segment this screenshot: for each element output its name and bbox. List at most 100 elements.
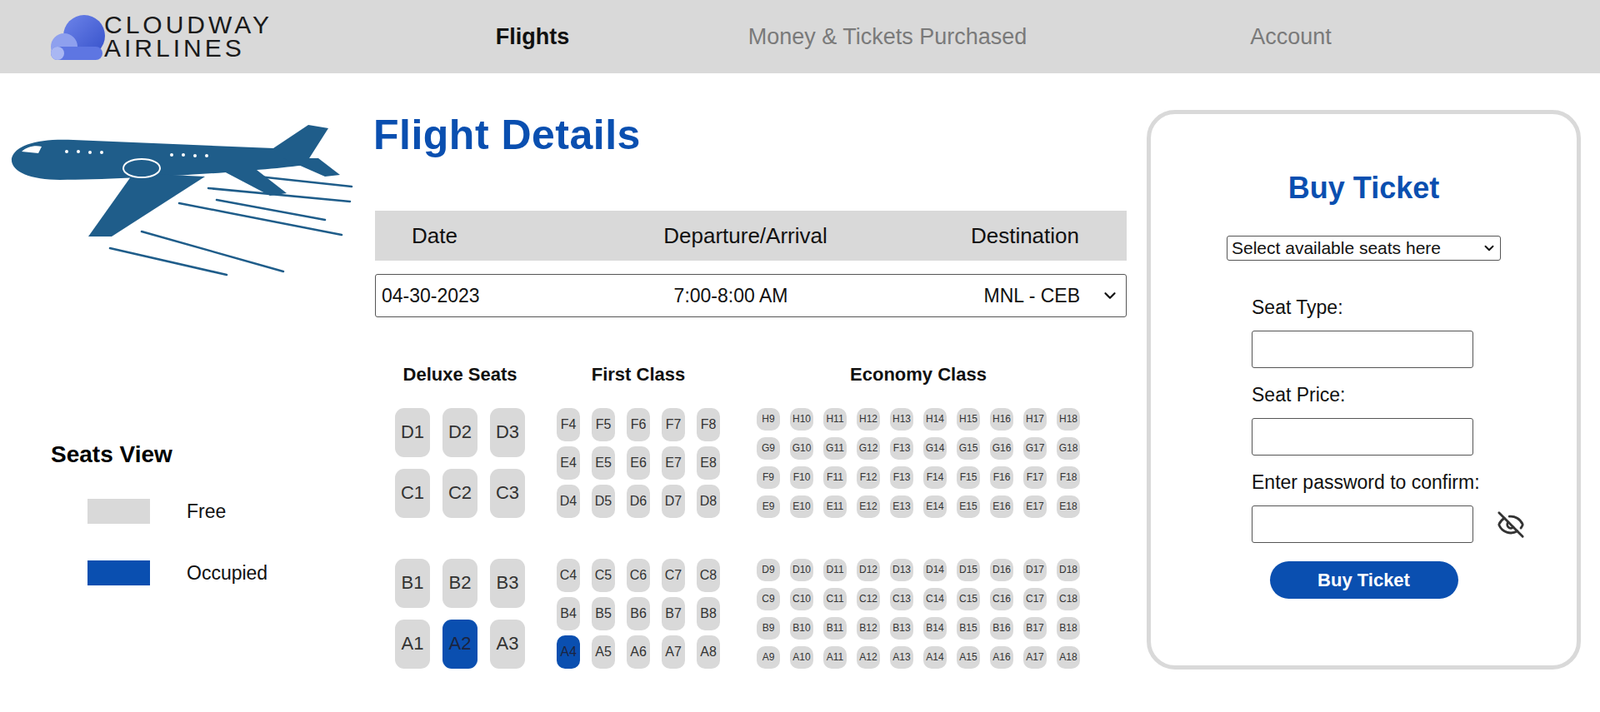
seat[interactable]: B15 (956, 617, 980, 640)
seat[interactable]: B9 (756, 617, 780, 640)
seat[interactable]: D3 (490, 408, 525, 458)
seat[interactable]: G18 (1056, 437, 1080, 460)
seat[interactable]: C6 (626, 559, 650, 593)
buy-ticket-button[interactable]: Buy Ticket (1270, 561, 1459, 600)
seat[interactable]: A18 (1056, 646, 1080, 670)
password-input[interactable] (1251, 505, 1474, 544)
seat[interactable]: A11 (823, 646, 847, 670)
seat[interactable]: H14 (923, 408, 947, 431)
seat[interactable]: D7 (661, 485, 685, 519)
seat[interactable]: E4 (556, 446, 580, 480)
seat[interactable]: D2 (442, 408, 478, 458)
seat[interactable]: H15 (956, 408, 980, 431)
nav-item[interactable]: Account (1250, 24, 1332, 50)
seat[interactable]: A13 (890, 646, 914, 670)
seat[interactable]: E12 (856, 495, 880, 519)
seat[interactable]: D9 (756, 559, 780, 582)
seat[interactable]: G16 (990, 437, 1014, 460)
seat[interactable]: B4 (556, 597, 580, 631)
seat[interactable]: H13 (890, 408, 914, 431)
seat[interactable]: D8 (696, 485, 720, 519)
seat[interactable]: D15 (956, 559, 980, 582)
seat[interactable]: H17 (1023, 408, 1047, 431)
seat[interactable]: F8 (696, 408, 720, 442)
seat[interactable]: A9 (756, 646, 780, 670)
seat[interactable]: B11 (823, 617, 847, 640)
text-input[interactable] (1251, 418, 1474, 456)
seat[interactable]: H9 (756, 408, 780, 431)
seat[interactable]: A1 (395, 620, 430, 670)
seat[interactable]: C2 (442, 469, 478, 519)
seat[interactable]: G9 (756, 437, 780, 460)
seat[interactable]: C8 (696, 559, 720, 593)
seat[interactable]: C5 (591, 559, 615, 593)
seat[interactable]: D12 (856, 559, 880, 582)
seat[interactable]: F16 (990, 466, 1014, 490)
toggle-visibility[interactable] (1496, 510, 1525, 540)
seat[interactable]: H11 (823, 408, 847, 431)
seat[interactable]: B2 (442, 559, 478, 609)
seat[interactable]: H10 (790, 408, 814, 431)
seat[interactable]: G12 (856, 437, 880, 460)
seat[interactable]: D13 (890, 559, 914, 582)
seat[interactable]: C14 (923, 588, 947, 611)
seat[interactable]: D10 (790, 559, 814, 582)
seat[interactable]: D6 (626, 485, 650, 519)
seat[interactable]: G14 (923, 437, 947, 460)
seat[interactable]: A6 (626, 635, 650, 670)
seat[interactable]: H12 (856, 408, 880, 431)
seat[interactable]: E6 (626, 446, 650, 480)
seat[interactable]: G10 (790, 437, 814, 460)
seat[interactable]: E10 (790, 495, 814, 519)
seat[interactable]: A12 (856, 646, 880, 670)
seat[interactable]: E17 (1023, 495, 1047, 519)
nav-item[interactable]: Money & Tickets Purchased (748, 24, 1028, 50)
seat[interactable]: A15 (956, 646, 980, 670)
seat[interactable]: G17 (1023, 437, 1047, 460)
seat[interactable]: B7 (661, 597, 685, 631)
seat[interactable]: B5 (591, 597, 615, 631)
seat[interactable]: E9 (756, 495, 780, 519)
seat[interactable]: B6 (626, 597, 650, 631)
seat[interactable]: B18 (1056, 617, 1080, 640)
seat[interactable]: D4 (556, 485, 580, 519)
brand-logo[interactable]: CLOUDWAYAIRLINES (0, 13, 384, 60)
seat[interactable]: E14 (923, 495, 947, 519)
seat[interactable]: D14 (923, 559, 947, 582)
seat[interactable]: A16 (990, 646, 1014, 670)
seat[interactable]: D17 (1023, 559, 1047, 582)
seat[interactable]: F17 (1023, 466, 1047, 490)
nav-item[interactable]: Flights (495, 24, 570, 50)
seat[interactable]: D16 (990, 559, 1014, 582)
seat[interactable]: F15 (956, 466, 980, 490)
seat[interactable]: B8 (696, 597, 720, 631)
seat[interactable]: E13 (890, 495, 914, 519)
seat[interactable]: F10 (790, 466, 814, 490)
seat[interactable]: B10 (790, 617, 814, 640)
seat[interactable]: E15 (956, 495, 980, 519)
seat[interactable]: C9 (756, 588, 780, 611)
seat[interactable]: B14 (923, 617, 947, 640)
seat[interactable]: E8 (696, 446, 720, 480)
seat[interactable]: F12 (856, 466, 880, 490)
flight-select[interactable]: 04-30-20237:00-8:00 AMMNL - CEB (375, 274, 1127, 318)
seat[interactable]: F11 (823, 466, 847, 490)
seat[interactable]: C16 (990, 588, 1014, 611)
seat[interactable]: D1 (395, 408, 430, 458)
seat[interactable]: B1 (395, 559, 430, 609)
seat[interactable]: C10 (790, 588, 814, 611)
text-input[interactable] (1251, 330, 1474, 369)
seat[interactable]: A10 (790, 646, 814, 670)
seat[interactable]: A3 (490, 620, 525, 670)
seat[interactable]: F18 (1056, 466, 1080, 490)
seat[interactable]: B13 (890, 617, 914, 640)
seat[interactable]: E18 (1056, 495, 1080, 519)
seat[interactable]: C7 (661, 559, 685, 593)
seat[interactable]: C1 (395, 469, 430, 519)
seat[interactable]: E5 (591, 446, 615, 480)
seat[interactable]: G11 (823, 437, 847, 460)
seat[interactable]: F14 (923, 466, 947, 490)
seat[interactable]: C13 (890, 588, 914, 611)
seat[interactable]: C11 (823, 588, 847, 611)
seat[interactable]: E7 (661, 446, 685, 480)
